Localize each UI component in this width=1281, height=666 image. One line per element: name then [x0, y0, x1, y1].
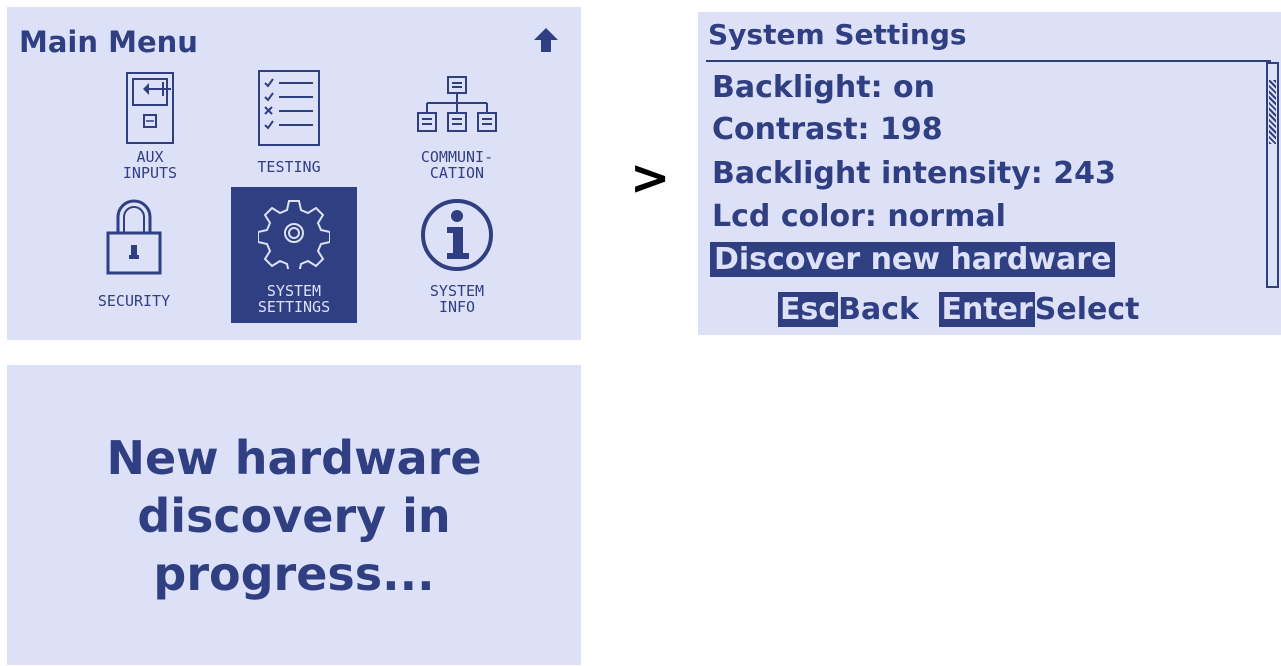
tile-label-line1: SECURITY: [97, 292, 171, 310]
network-tree-icon: [417, 76, 497, 132]
scrollbar[interactable]: [1266, 62, 1279, 288]
tile-security[interactable]: SECURITY: [74, 197, 194, 317]
discovery-line2: discovery in: [137, 489, 451, 543]
tile-label-line1: COMMUNI-: [420, 148, 494, 166]
system-settings-title: System Settings: [708, 18, 967, 51]
discovery-line3: progress...: [153, 547, 435, 601]
system-settings-screen: System Settings Backlight: on Contrast: …: [698, 12, 1281, 335]
menu-item-contrast[interactable]: Contrast: 198: [712, 112, 943, 147]
tile-label-line2: CATION: [429, 164, 485, 182]
discovery-screen: New hardware discovery in progress...: [7, 365, 581, 665]
tile-label-line2: SETTINGS: [257, 298, 331, 316]
discovery-message: New hardware discovery in progress...: [7, 429, 581, 603]
esc-key-label: Back: [838, 292, 919, 327]
tile-testing[interactable]: TESTING: [229, 67, 349, 187]
tile-system-info[interactable]: SYSTEM INFO: [397, 197, 517, 317]
scrollbar-thumb[interactable]: [1269, 80, 1276, 144]
gear-icon: [258, 200, 330, 269]
discovery-line1: New hardware: [106, 431, 482, 485]
esc-key[interactable]: Esc: [778, 292, 839, 327]
menu-item-backlight-intensity[interactable]: Backlight intensity: 243: [712, 156, 1116, 191]
tile-communication[interactable]: COMMUNI- CATION: [397, 67, 517, 187]
info-icon: [421, 199, 493, 271]
tile-system-settings[interactable]: SYSTEM SETTINGS: [231, 187, 357, 323]
tile-label-line1: TESTING: [257, 158, 321, 176]
tile-aux-inputs[interactable]: AUX INPUTS: [90, 67, 210, 187]
padlock-icon: [106, 199, 162, 275]
tile-label-line2: INPUTS: [122, 164, 178, 182]
enter-key[interactable]: Enter: [939, 292, 1035, 327]
aux-input-icon: [126, 72, 174, 144]
menu-item-lcd-color[interactable]: Lcd color: normal: [712, 199, 1006, 234]
title-divider: [706, 60, 1271, 62]
main-menu-screen: Main Menu AUX INPUTS TESTING COMMUNI- CA…: [7, 7, 581, 340]
checklist-icon: [258, 70, 320, 146]
tile-label-line1: SYSTEM: [429, 282, 485, 300]
enter-key-label: Select: [1034, 292, 1140, 327]
tile-label-line1: SYSTEM: [266, 282, 322, 300]
transition-arrow: >: [630, 150, 671, 206]
softkey-bar: EscBack EnterSelect: [778, 292, 1140, 327]
main-menu-title: Main Menu: [19, 25, 198, 59]
tile-label-line1: AUX: [136, 148, 164, 166]
tile-label-line2: INFO: [438, 298, 476, 316]
up-arrow-icon[interactable]: [533, 27, 559, 53]
menu-item-backlight[interactable]: Backlight: on: [712, 70, 935, 105]
menu-item-discover-hardware[interactable]: Discover new hardware: [710, 242, 1116, 277]
